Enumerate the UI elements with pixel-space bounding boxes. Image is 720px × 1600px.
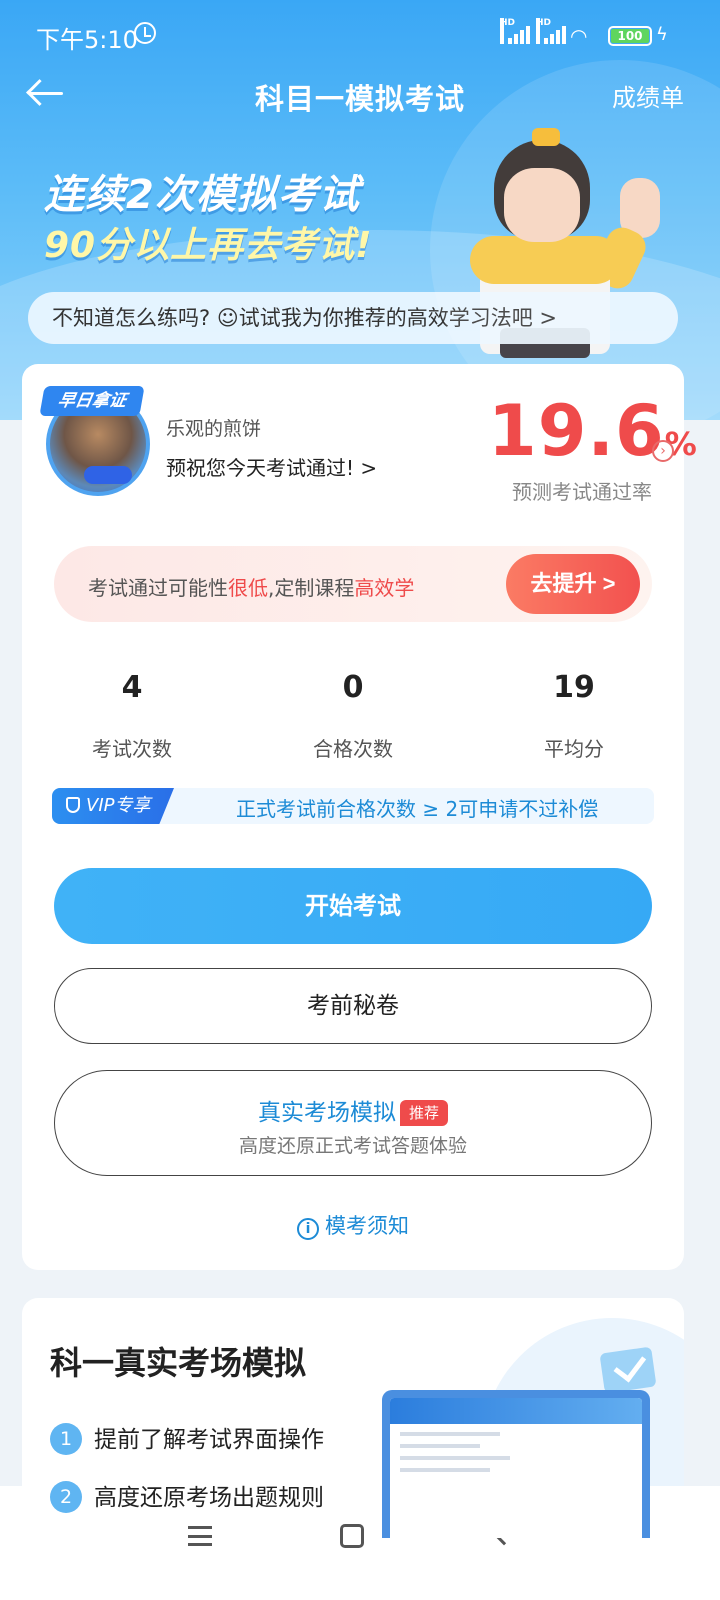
hero-headline: 连续2次模拟考试 [44,172,360,218]
stat-label: 合格次数 [313,737,393,761]
exam-screen-illustration [382,1390,650,1538]
vip-text: 正式考试前合格次数 ≥ 2可申请不过补偿 [236,797,599,821]
stat-average-score: 19 平均分 [474,670,674,762]
stat-exam-count: 4 考试次数 [32,670,232,762]
recommend-badge: 推荐 [399,1100,448,1126]
charging-icon: ϟ [656,24,668,45]
list-item-text: 高度还原考场出题规则 [94,1485,324,1511]
signal-icon: HD [500,18,530,44]
study-tip-banner[interactable]: 不知道怎么练吗? ☺试试我为你推荐的高效学习法吧 > [28,292,678,344]
hd-label: HD [500,18,515,44]
menu-icon[interactable] [188,1526,212,1546]
mascot-illustration [470,118,690,368]
pass-rate-caption: 预测考试通过率 [512,480,652,504]
pass-probability-alert: 考试通过可能性很低,定制课程高效学 去提升 > [54,546,652,622]
nav-bar: 科目一模拟考试 成绩单 [0,60,720,130]
real-exam-title: 真实考场模拟 推荐 [55,1093,651,1127]
secret-paper-button[interactable]: 考前秘卷 [54,968,652,1044]
stat-value: 19 [553,670,595,705]
badge-label: 早日拿证 [39,386,145,416]
section-title: 科一真实考场模拟 [50,1344,307,1382]
real-exam-subtitle: 高度还原正式考试答题体验 [238,1135,467,1157]
wish-link[interactable]: 预祝您今天考试通过! > [166,452,377,481]
status-time: 下午5:10 [36,26,138,54]
shield-icon [66,797,80,813]
vip-tag-label: VIP专享 [86,795,151,816]
signal-icon: HD [536,18,566,44]
alert-text: 考试通过可能性很低,定制课程高效学 [88,572,414,601]
improve-button[interactable]: 去提升 > [506,554,640,614]
real-exam-simulation-button[interactable]: 真实考场模拟 推荐 高度还原正式考试答题体验 [54,1070,652,1176]
pass-rate-value: 19.6 [488,390,665,472]
battery-icon: 100 [608,26,652,46]
wifi-icon: ◠ [570,24,588,48]
page-title: 科目一模拟考试 [254,82,465,116]
real-exam-title-text: 真实考场模拟 [257,1100,396,1126]
number-badge: 2 [50,1481,82,1513]
stat-label: 平均分 [544,737,604,761]
hero-banner: 下午5:10 HD HD ◠ 100 ϟ 科目一模拟考试 成绩单 连续2次模拟考… [0,0,720,420]
home-icon[interactable] [340,1524,364,1548]
battery-level: 100 [611,29,649,43]
stat-value: 0 [342,670,364,705]
alert-prefix: 考试通过可能性 [88,576,228,600]
vip-tag: VIP专享 [52,788,174,824]
exam-summary-card: 早日拿证 乐观的煎饼 预祝您今天考试通过! > 19.6% › 预测考试通过率 … [22,364,697,1270]
alert-middle: ,定制课程 [268,576,355,600]
user-name: 乐观的煎饼 [166,418,262,440]
stat-label: 考试次数 [92,737,172,761]
info-icon: i [297,1218,319,1240]
chevron-right-icon[interactable]: › [652,440,674,462]
hero-subheadline: 90分以上再去考试! [44,225,373,266]
car-icon [84,466,132,484]
stat-value: 4 [121,670,143,705]
score-report-link[interactable]: 成绩单 [612,78,684,113]
hd-label: HD [536,18,551,44]
exam-notice-label: 模考须知 [325,1214,409,1238]
list-item: 1 提前了解考试界面操作 [50,1420,324,1455]
alert-level: 很低 [228,576,268,600]
check-icon [599,1346,657,1394]
list-item-text: 提前了解考试界面操作 [94,1427,324,1453]
vip-compensation-row[interactable]: VIP专享 正式考试前合格次数 ≥ 2可申请不过补偿 [52,788,654,824]
exam-notice-link[interactable]: i 模考须知 [22,1210,684,1240]
list-item: 2 高度还原考场出题规则 [50,1478,324,1513]
number-badge: 1 [50,1423,82,1455]
alarm-icon [134,22,156,44]
stat-pass-count: 0 合格次数 [253,670,453,762]
start-exam-button[interactable]: 开始考试 [54,868,652,944]
alert-course: 高效学 [354,576,415,600]
